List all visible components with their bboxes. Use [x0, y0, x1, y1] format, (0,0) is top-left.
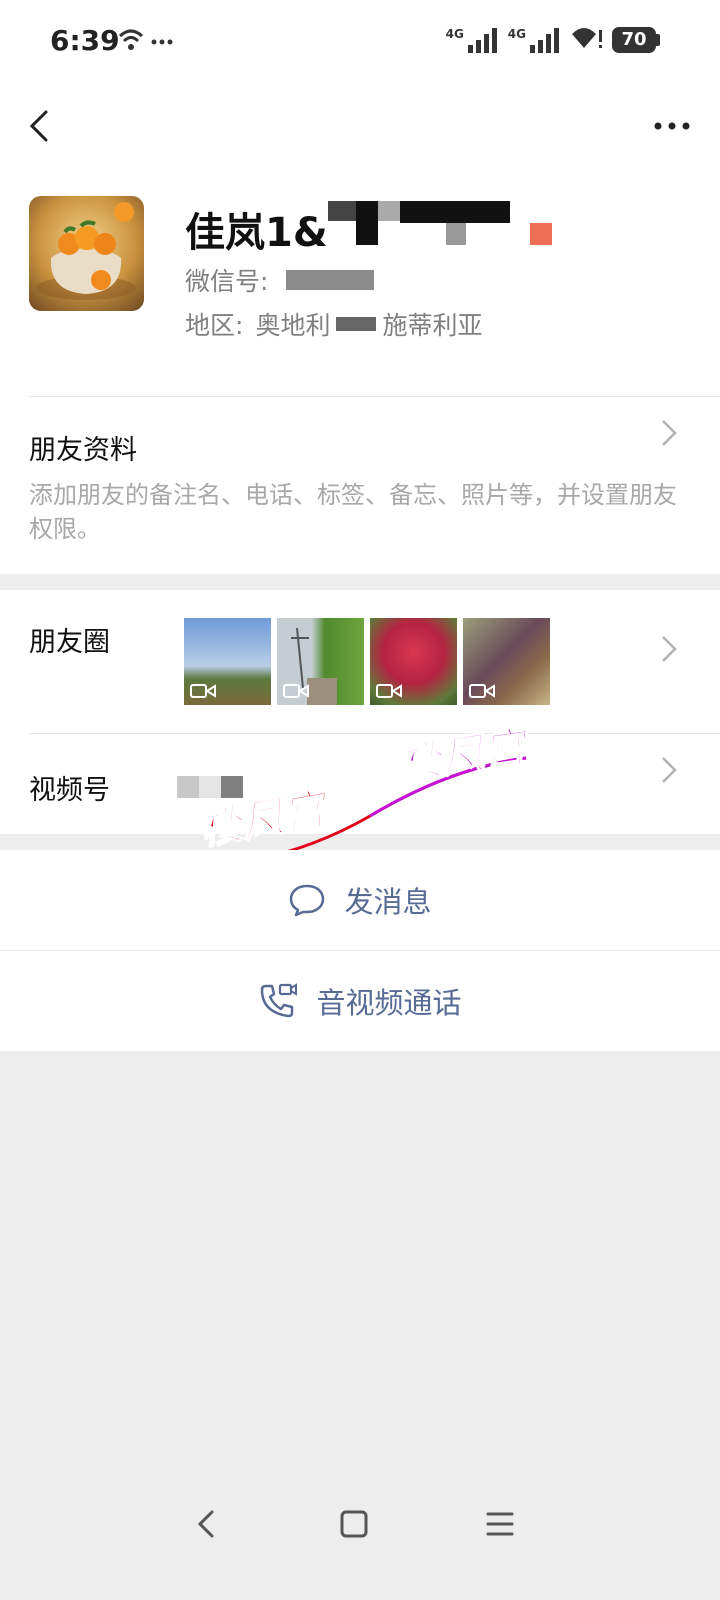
- video-icon: [469, 684, 495, 698]
- region-value-2: 施蒂利亚: [382, 311, 483, 340]
- back-button[interactable]: [22, 106, 62, 146]
- network-label-2: 4G: [507, 27, 526, 41]
- avatar[interactable]: [29, 196, 144, 311]
- divider: [29, 396, 720, 397]
- status-time: 6:39: [50, 24, 120, 57]
- top-nav: [0, 84, 720, 184]
- watermark: 楼凤宫 楼凤宫: [195, 720, 540, 870]
- region-value-1: 奥地利: [255, 311, 331, 340]
- ellipsis-icon: [654, 122, 690, 130]
- chat-bubble-icon: [290, 884, 325, 917]
- moments-photo[interactable]: [370, 618, 457, 705]
- wechat-id-redaction: [286, 270, 375, 290]
- send-message-label: 发消息: [344, 885, 432, 919]
- chevron-left-icon: [29, 110, 48, 142]
- video-icon: [283, 684, 309, 698]
- system-nav-bar: [0, 1510, 720, 1600]
- chevron-right-icon: [662, 757, 677, 783]
- name-row: 佳岚1&: [185, 200, 552, 258]
- friend-info-row[interactable]: 朋友资料 添加朋友的备注名、电话、标签、备忘、照片等，并设置朋友权限。: [0, 396, 720, 574]
- battery-icon: 70: [612, 27, 656, 53]
- watermark-text-purple: 楼凤宫: [397, 722, 535, 788]
- battery-tip: [656, 34, 660, 46]
- signal-icon-2: 4G: [508, 27, 562, 53]
- moments-photo[interactable]: [463, 618, 550, 705]
- moments-photo[interactable]: [184, 618, 271, 705]
- channels-label: 视频号: [29, 775, 110, 806]
- home-nav-icon: [340, 1510, 368, 1538]
- moments-photo[interactable]: [277, 618, 364, 705]
- menu-nav-icon: [486, 1512, 514, 1536]
- more-button[interactable]: [648, 106, 696, 146]
- moments-photos[interactable]: [184, 618, 550, 705]
- wechat-id-row: 微信号:: [185, 262, 375, 298]
- name-redaction: [327, 201, 552, 251]
- wifi-status-icon: [570, 24, 604, 56]
- wechat-id-label: 微信号:: [185, 267, 269, 296]
- back-nav-icon: [197, 1510, 214, 1538]
- status-right: 4G 4G 70: [446, 24, 660, 56]
- region-row: 地区: 奥地利 施蒂利亚: [185, 306, 482, 342]
- friend-info-description: 添加朋友的备注名、电话、标签、备忘、照片等，并设置朋友权限。: [29, 481, 677, 543]
- av-call-label: 音视频通话: [316, 986, 462, 1020]
- region-label: 地区:: [185, 311, 244, 340]
- av-call-button[interactable]: 音视频通话: [0, 951, 720, 1051]
- chevron-right-icon: [662, 636, 677, 662]
- phone-video-icon: [261, 983, 298, 1018]
- wifi-icon: [118, 26, 178, 60]
- video-icon: [190, 684, 216, 698]
- moments-label: 朋友圈: [29, 627, 110, 658]
- signal-icon: 4G: [446, 27, 500, 53]
- contact-name: 佳岚1&: [185, 210, 328, 256]
- chevron-right-icon: [662, 420, 677, 446]
- video-icon: [376, 684, 402, 698]
- send-message-button[interactable]: 发消息: [0, 850, 720, 950]
- friend-info-title: 朋友资料: [29, 435, 137, 466]
- status-bar: 6:39 4G 4G 70: [0, 0, 720, 84]
- network-label-1: 4G: [445, 27, 464, 41]
- profile-header: 佳岚1& 微信号: 地区: 奥地利 施蒂利亚: [0, 184, 720, 396]
- region-redaction: [336, 317, 377, 331]
